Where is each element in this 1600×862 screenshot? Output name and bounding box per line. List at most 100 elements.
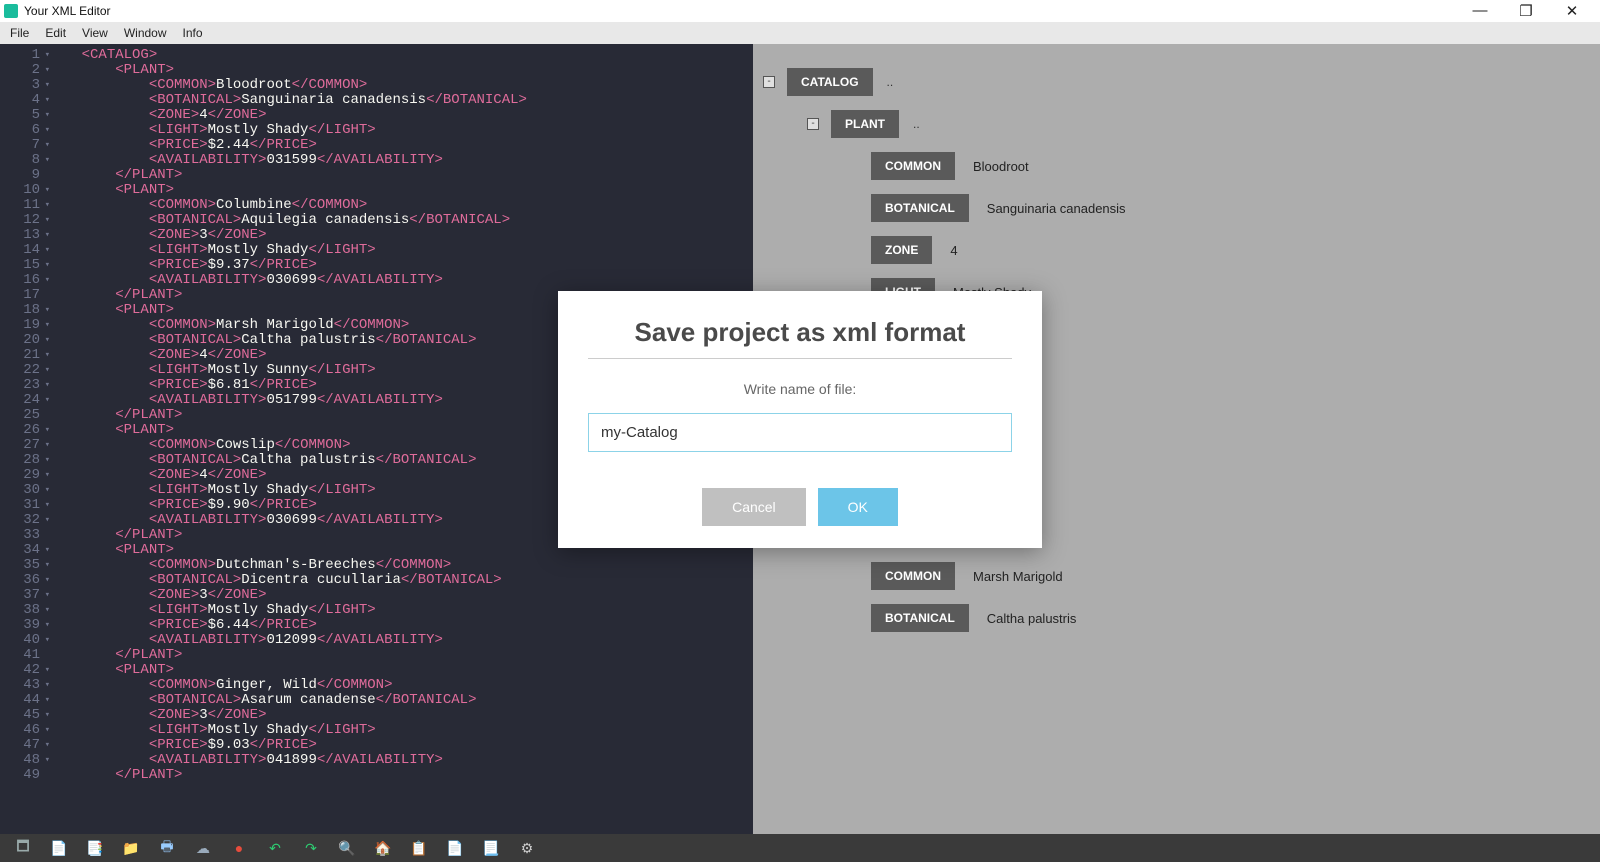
line-number[interactable]: 3 <box>0 78 48 93</box>
new-file-icon[interactable]: 📄 <box>50 839 68 857</box>
ok-button[interactable]: OK <box>818 488 898 526</box>
tree-tag[interactable]: COMMON <box>871 152 955 180</box>
tree-tag[interactable]: COMMON <box>871 562 955 590</box>
cloud-icon[interactable]: ☁ <box>194 839 212 857</box>
line-number[interactable]: 22 <box>0 363 48 378</box>
tree-node[interactable]: BOTANICALSanguinaria canadensis <box>871 194 1600 222</box>
tree-node[interactable]: -CATALOG.. <box>783 68 1600 96</box>
home-icon[interactable]: 🏠 <box>374 839 392 857</box>
window-icon[interactable]: 🗖 <box>14 839 32 857</box>
line-number[interactable]: 13 <box>0 228 48 243</box>
line-number[interactable]: 11 <box>0 198 48 213</box>
titlebar: Your XML Editor — ❐ ✕ <box>0 0 1600 22</box>
line-number[interactable]: 28 <box>0 453 48 468</box>
close-button[interactable]: ✕ <box>1558 2 1586 20</box>
tree-tag[interactable]: BOTANICAL <box>871 194 969 222</box>
line-number[interactable]: 32 <box>0 513 48 528</box>
line-number[interactable]: 36 <box>0 573 48 588</box>
line-number[interactable]: 7 <box>0 138 48 153</box>
menu-edit[interactable]: Edit <box>45 26 66 40</box>
window-controls: — ❐ ✕ <box>1466 2 1596 20</box>
menu-window[interactable]: Window <box>124 26 167 40</box>
line-number[interactable]: 47 <box>0 738 48 753</box>
undo-icon[interactable]: ↶ <box>266 839 284 857</box>
line-number[interactable]: 17 <box>0 288 48 303</box>
print-icon[interactable]: 🖶 <box>158 839 176 857</box>
line-number[interactable]: 26 <box>0 423 48 438</box>
dialog-title: Save project as xml format <box>588 317 1012 359</box>
line-number[interactable]: 24 <box>0 393 48 408</box>
line-number[interactable]: 23 <box>0 378 48 393</box>
tree-dots: .. <box>887 75 894 89</box>
line-number[interactable]: 42 <box>0 663 48 678</box>
line-number[interactable]: 20 <box>0 333 48 348</box>
line-number[interactable]: 19 <box>0 318 48 333</box>
line-number[interactable]: 37 <box>0 588 48 603</box>
bottom-toolbar: 🗖 📄 📑 📁 🖶 ☁ ● ↶ ↷ 🔍 🏠 📋 📄 📃 ⚙ <box>0 834 1600 862</box>
menu-file[interactable]: File <box>10 26 29 40</box>
line-number[interactable]: 4 <box>0 93 48 108</box>
gear-icon[interactable]: ⚙ <box>518 839 536 857</box>
tree-value: 4 <box>950 243 957 258</box>
tree-tag[interactable]: BOTANICAL <box>871 604 969 632</box>
line-number[interactable]: 38 <box>0 603 48 618</box>
collapse-toggle[interactable]: - <box>807 118 819 130</box>
line-number[interactable]: 43 <box>0 678 48 693</box>
minimize-button[interactable]: — <box>1466 2 1494 20</box>
tree-node[interactable]: COMMONBloodroot <box>871 152 1600 180</box>
dialog-label: Write name of file: <box>588 381 1012 397</box>
line-number[interactable]: 21 <box>0 348 48 363</box>
blue-file-icon[interactable]: 📑 <box>86 839 104 857</box>
line-number[interactable]: 12 <box>0 213 48 228</box>
line-number[interactable]: 9 <box>0 168 48 183</box>
tree-tag[interactable]: CATALOG <box>787 68 873 96</box>
collapse-toggle[interactable]: - <box>763 76 775 88</box>
line-number[interactable]: 48 <box>0 753 48 768</box>
save-dialog: Save project as xml format Write name of… <box>558 291 1042 548</box>
maximize-button[interactable]: ❐ <box>1512 2 1540 20</box>
app-title: Your XML Editor <box>24 4 111 18</box>
line-number[interactable]: 2 <box>0 63 48 78</box>
line-number[interactable]: 33 <box>0 528 48 543</box>
line-number[interactable]: 27 <box>0 438 48 453</box>
line-number[interactable]: 34 <box>0 543 48 558</box>
list-icon[interactable]: 📃 <box>482 839 500 857</box>
line-number[interactable]: 1 <box>0 48 48 63</box>
line-number[interactable]: 25 <box>0 408 48 423</box>
tree-node[interactable]: -PLANT.. <box>827 110 1600 138</box>
record-icon[interactable]: ● <box>230 839 248 857</box>
menu-info[interactable]: Info <box>183 26 203 40</box>
line-number[interactable]: 29 <box>0 468 48 483</box>
tree-node[interactable]: COMMONMarsh Marigold <box>871 562 1600 590</box>
line-number[interactable]: 46 <box>0 723 48 738</box>
line-number[interactable]: 49 <box>0 768 48 783</box>
line-number[interactable]: 6 <box>0 123 48 138</box>
line-number[interactable]: 40 <box>0 633 48 648</box>
menu-view[interactable]: View <box>82 26 108 40</box>
tree-node[interactable]: BOTANICALCaltha palustris <box>871 604 1600 632</box>
line-number[interactable]: 35 <box>0 558 48 573</box>
tree-node[interactable]: ZONE 4 <box>871 236 1600 264</box>
line-number[interactable]: 10 <box>0 183 48 198</box>
redo-icon[interactable]: ↷ <box>302 839 320 857</box>
search-icon[interactable]: 🔍 <box>338 839 356 857</box>
cancel-button[interactable]: Cancel <box>702 488 806 526</box>
folder-icon[interactable]: 📁 <box>122 839 140 857</box>
tree-tag[interactable]: ZONE <box>871 236 932 264</box>
filename-input[interactable] <box>588 413 1012 452</box>
line-number[interactable]: 41 <box>0 648 48 663</box>
line-number[interactable]: 39 <box>0 618 48 633</box>
line-number[interactable]: 44 <box>0 693 48 708</box>
line-number[interactable]: 31 <box>0 498 48 513</box>
add-file-icon[interactable]: 📄 <box>446 839 464 857</box>
tree-tag[interactable]: PLANT <box>831 110 899 138</box>
line-number[interactable]: 15 <box>0 258 48 273</box>
line-number[interactable]: 18 <box>0 303 48 318</box>
clipboard-icon[interactable]: 📋 <box>410 839 428 857</box>
line-number[interactable]: 30 <box>0 483 48 498</box>
line-number[interactable]: 14 <box>0 243 48 258</box>
line-number[interactable]: 8 <box>0 153 48 168</box>
line-number[interactable]: 16 <box>0 273 48 288</box>
line-number[interactable]: 45 <box>0 708 48 723</box>
line-number[interactable]: 5 <box>0 108 48 123</box>
